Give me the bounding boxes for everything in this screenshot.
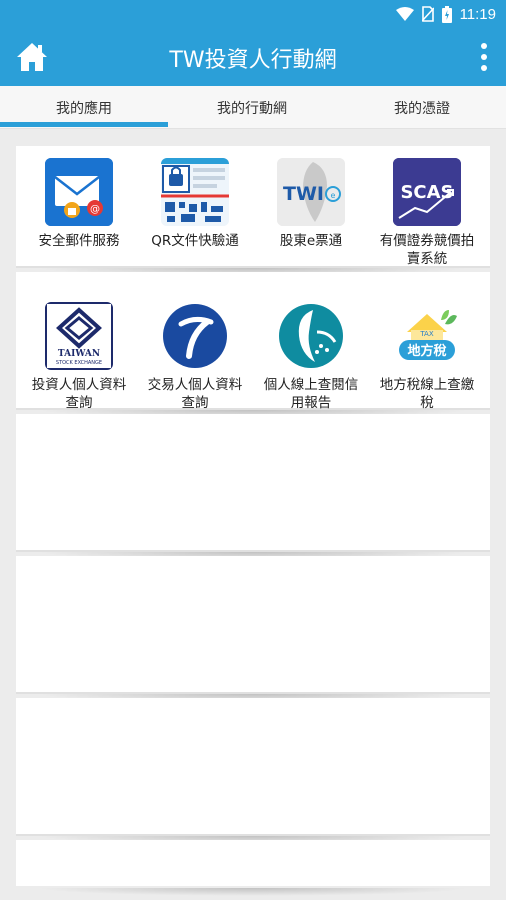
- app-label: 有價證券競價拍賣系統: [379, 233, 475, 267]
- app-label: 交易人個人資料查詢: [147, 377, 243, 411]
- app-label: 地方稅線上查繳稅: [379, 377, 475, 411]
- status-bar: 11:19: [0, 0, 506, 28]
- jcic-credit-icon: [277, 302, 345, 370]
- qr-document-icon: [161, 158, 229, 226]
- tab-my-certificates[interactable]: 我的憑證: [338, 86, 506, 129]
- menu-dot-icon: [481, 43, 487, 49]
- app-secure-mail[interactable]: @ 安全郵件服務: [24, 158, 134, 250]
- overflow-menu-button[interactable]: [472, 38, 496, 76]
- taiwan-stock-exchange-icon: TAIWAN STOCK EXCHANGE: [45, 302, 113, 370]
- status-icons: 11:19: [395, 4, 496, 24]
- empty-row-4: [16, 556, 490, 702]
- app-title: TW投資人行動網: [169, 48, 337, 73]
- battery-icon: [441, 5, 452, 23]
- app-investor-profile[interactable]: TAIWAN STOCK EXCHANGE 投資人個人資料查詢: [24, 302, 134, 412]
- no-sim-icon: [421, 6, 434, 22]
- app-label: QR文件快驗通: [151, 233, 239, 249]
- app-credit-report[interactable]: 個人線上查閱信用報告: [256, 302, 366, 412]
- app-qr-document[interactable]: QR文件快驗通: [140, 158, 250, 250]
- app-label: 股東e票通: [279, 233, 343, 249]
- svg-text:@: @: [90, 204, 100, 215]
- app-twi-evote[interactable]: TWI e 股東e票通: [256, 158, 366, 250]
- tab-my-mobile-web[interactable]: 我的行動網: [168, 86, 336, 129]
- empty-row-6: [16, 840, 490, 896]
- wifi-icon: [395, 7, 414, 21]
- status-time: 11:19: [459, 5, 496, 23]
- app-trader-profile[interactable]: 交易人個人資料查詢: [140, 302, 250, 412]
- empty-row-5: [16, 698, 490, 844]
- scas-icon: SCAS: [393, 158, 461, 226]
- tse-icon-subtext: STOCK EXCHANGE: [56, 360, 102, 366]
- app-label: 投資人個人資料查詢: [31, 377, 127, 411]
- app-row-2: TAIWAN STOCK EXCHANGE 投資人個人資料查詢 交易人個人資料查…: [16, 272, 490, 418]
- app-local-tax[interactable]: TAX 地方稅 地方稅線上查繳稅: [372, 302, 482, 412]
- secure-mail-icon: @: [45, 158, 113, 226]
- app-label: 個人線上查閱信用報告: [263, 377, 359, 411]
- scas-icon-text: SCAS: [400, 182, 453, 203]
- svg-text:TWI: TWI: [283, 183, 324, 205]
- svg-text:e: e: [331, 191, 336, 200]
- app-row-1: @ 安全郵件服務 QR文件快驗通 TWI e 股東e票通 SCAS 有價證券競價…: [16, 146, 490, 276]
- empty-row-3: [16, 414, 490, 560]
- tse-icon-text: TAIWAN: [58, 349, 100, 359]
- app-bar: TW投資人行動網: [0, 28, 506, 86]
- menu-dot-icon: [481, 65, 487, 71]
- tab-indicator: [0, 122, 168, 127]
- local-tax-icon-subtext: TAX: [419, 330, 434, 338]
- menu-dot-icon: [481, 54, 487, 60]
- local-tax-icon: TAX 地方稅: [393, 302, 461, 370]
- twi-evote-icon: TWI e: [277, 158, 345, 226]
- local-tax-icon-text: 地方稅: [407, 343, 446, 359]
- taifex-icon: [161, 302, 229, 370]
- app-label: 安全郵件服務: [38, 233, 120, 249]
- app-scas[interactable]: SCAS 有價證券競價拍賣系統: [372, 158, 482, 268]
